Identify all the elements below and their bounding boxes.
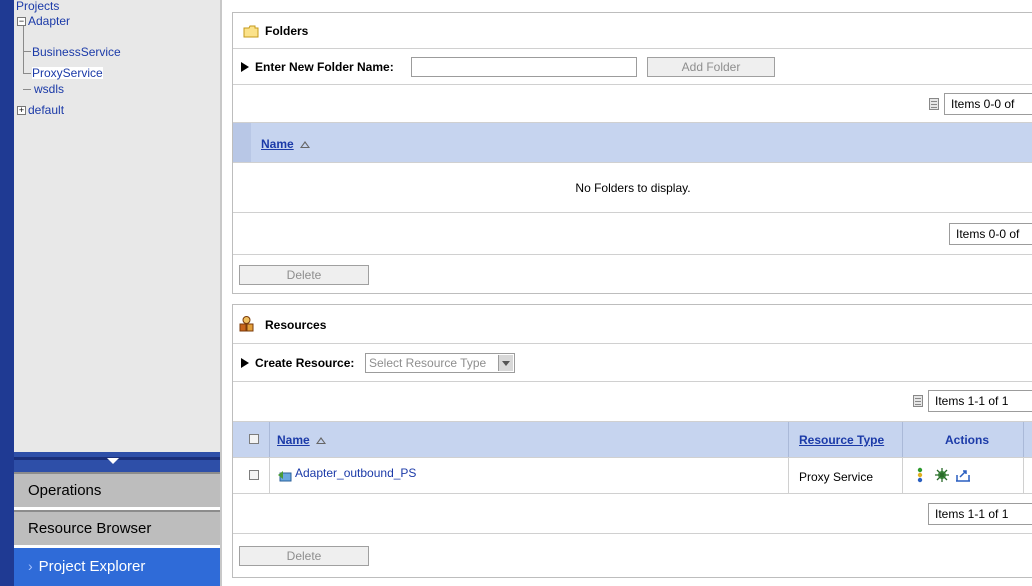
new-folder-label: Enter New Folder Name: bbox=[241, 60, 394, 74]
column-divider bbox=[788, 458, 789, 494]
create-resource-label-text: Create Resource: bbox=[255, 356, 355, 370]
tree-root-projects[interactable]: Projects bbox=[16, 0, 59, 12]
resource-name-link[interactable]: Adapter_outbound_PS bbox=[295, 466, 416, 480]
column-divider bbox=[1023, 458, 1024, 494]
name-sort-link[interactable]: Name bbox=[261, 137, 294, 151]
tree-connector bbox=[23, 73, 31, 74]
resources-delete-row: Delete bbox=[233, 533, 1032, 579]
debug-icon[interactable] bbox=[935, 468, 949, 482]
row-checkbox[interactable] bbox=[249, 470, 259, 480]
resources-icon bbox=[239, 316, 254, 332]
collapse-arrow-icon[interactable] bbox=[107, 458, 119, 464]
pager-grid-icon[interactable] bbox=[913, 395, 923, 407]
header-spacer bbox=[233, 123, 251, 163]
new-folder-row: Enter New Folder Name: Add Folder bbox=[233, 48, 1032, 84]
resources-panel: Resources Create Resource: Select Resour… bbox=[232, 304, 1032, 578]
folders-pager-row-top: Items 0-0 of bbox=[233, 84, 1032, 122]
column-divider bbox=[1023, 422, 1024, 458]
resource-type-select[interactable]: Select Resource Type bbox=[365, 353, 515, 373]
folders-pager-top: Items 0-0 of bbox=[944, 93, 1032, 115]
proxy-service-icon bbox=[278, 471, 292, 482]
resources-pager-row-top: Items 1-1 of 1 bbox=[233, 381, 1032, 421]
folders-pager-bottom: Items 0-0 of bbox=[949, 223, 1032, 245]
resource-type-column[interactable]: Resource Type bbox=[799, 433, 884, 447]
tree-node-label: Adapter bbox=[28, 14, 71, 28]
resources-pager-row-bottom: Items 1-1 of 1 bbox=[233, 493, 1032, 533]
column-divider bbox=[788, 422, 789, 458]
nav-border bbox=[0, 0, 14, 586]
tree-node-adapter[interactable]: − Adapter bbox=[17, 15, 70, 27]
new-folder-label-text: Enter New Folder Name: bbox=[255, 60, 394, 74]
resources-name-column[interactable]: Name bbox=[277, 433, 326, 447]
nav-divider bbox=[220, 0, 222, 586]
triangle-right-icon bbox=[241, 62, 249, 72]
triangle-right-icon bbox=[241, 358, 249, 368]
folder-icon bbox=[243, 25, 259, 38]
chevron-right-icon: › bbox=[28, 558, 33, 574]
column-divider bbox=[269, 458, 270, 494]
nav-tab-project-explorer[interactable]: › Project Explorer bbox=[14, 548, 220, 586]
sort-ascending-icon[interactable] bbox=[299, 141, 310, 148]
export-icon[interactable] bbox=[955, 468, 971, 482]
tree-connector bbox=[23, 26, 24, 73]
select-all-checkbox[interactable] bbox=[249, 434, 259, 444]
folders-delete-button[interactable]: Delete bbox=[239, 265, 369, 285]
sort-ascending-icon[interactable] bbox=[315, 437, 326, 444]
tree-node-wsdls[interactable]: wsdls bbox=[34, 83, 64, 95]
tree-node-businessservice[interactable]: BusinessService bbox=[32, 46, 121, 58]
folders-delete-row: Delete bbox=[233, 254, 1032, 295]
launch-test-icon[interactable] bbox=[916, 467, 924, 483]
panel-splitter[interactable] bbox=[14, 452, 220, 472]
resources-delete-button[interactable]: Delete bbox=[239, 546, 369, 566]
folders-pager-row-bottom: Items 0-0 of bbox=[233, 212, 1032, 254]
collapse-icon[interactable]: − bbox=[17, 17, 26, 26]
resources-pager-top: Items 1-1 of 1 bbox=[928, 390, 1032, 412]
folders-empty-row: No Folders to display. bbox=[233, 162, 1032, 212]
resources-column-header: Name Resource Type Actions bbox=[233, 421, 1032, 458]
left-navigation: Projects − Adapter BusinessService ProxyS… bbox=[0, 0, 222, 586]
tree-node-proxyservice[interactable]: ProxyService bbox=[32, 67, 103, 79]
folders-column-header: Name bbox=[233, 122, 1032, 163]
expand-icon[interactable]: + bbox=[17, 106, 26, 115]
add-folder-button[interactable]: Add Folder bbox=[647, 57, 775, 77]
column-divider bbox=[269, 422, 270, 458]
table-row[interactable]: Adapter_outbound_PS Proxy Service bbox=[233, 457, 1032, 494]
chevron-down-icon[interactable] bbox=[498, 355, 513, 371]
pager-grid-icon[interactable] bbox=[929, 98, 939, 110]
column-divider bbox=[902, 458, 903, 494]
nav-tab-label: Project Explorer bbox=[38, 558, 146, 575]
folders-panel: Folders Enter New Folder Name: Add Folde… bbox=[232, 12, 1032, 294]
empty-message: No Folders to display. bbox=[575, 181, 691, 195]
nav-tab-operations[interactable]: Operations bbox=[14, 472, 220, 507]
folders-title: Folders bbox=[265, 24, 309, 38]
column-divider bbox=[902, 422, 903, 458]
resources-title: Resources bbox=[265, 318, 327, 332]
tree-node-default[interactable]: + default bbox=[17, 104, 64, 116]
resource-type-placeholder: Select Resource Type bbox=[369, 356, 487, 370]
resources-pager-bottom: Items 1-1 of 1 bbox=[928, 503, 1032, 525]
nav-tab-label: Operations bbox=[28, 482, 102, 499]
create-resource-label: Create Resource: bbox=[241, 356, 354, 370]
actions-column: Actions bbox=[945, 433, 990, 447]
name-sort-link[interactable]: Name bbox=[277, 433, 310, 447]
folder-name-input[interactable] bbox=[411, 57, 637, 77]
resources-header: Resources bbox=[233, 305, 1032, 343]
project-tree: Projects − Adapter BusinessService ProxyS… bbox=[14, 0, 221, 452]
folders-header: Folders bbox=[233, 13, 1032, 48]
nav-tab-label: Resource Browser bbox=[28, 520, 152, 537]
nav-tab-resource-browser[interactable]: Resource Browser bbox=[14, 510, 220, 545]
tree-connector bbox=[23, 89, 31, 90]
create-resource-row: Create Resource: Select Resource Type bbox=[233, 343, 1032, 381]
folders-name-column[interactable]: Name bbox=[261, 137, 310, 151]
resource-type-value: Proxy Service bbox=[799, 470, 874, 484]
tree-connector bbox=[23, 51, 31, 52]
tree-node-label: default bbox=[28, 103, 65, 117]
